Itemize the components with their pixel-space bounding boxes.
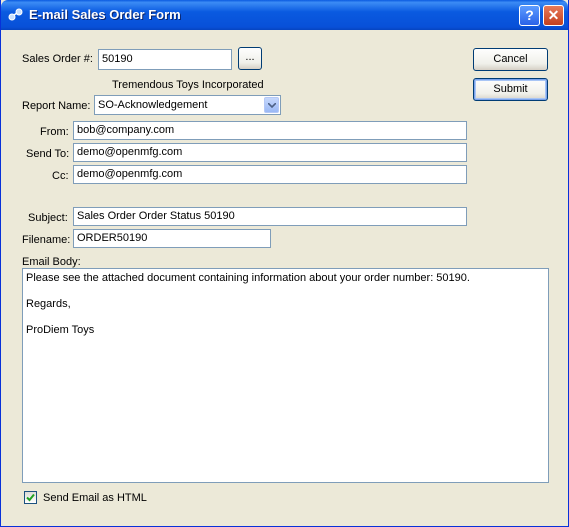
report-name-label: Report Name: bbox=[22, 100, 91, 112]
checkmark-icon bbox=[26, 493, 35, 502]
window-title: E-mail Sales Order Form bbox=[29, 7, 181, 22]
close-button[interactable]: ✕ bbox=[543, 5, 564, 26]
sales-order-label: Sales Order #: bbox=[22, 53, 93, 65]
title-bar[interactable]: E-mail Sales Order Form ? ✕ bbox=[1, 0, 568, 30]
email-sales-order-dialog: E-mail Sales Order Form ? ✕ Sales Order … bbox=[0, 0, 569, 527]
from-field[interactable]: bob@company.com bbox=[73, 121, 467, 140]
subject-label: Subject: bbox=[28, 212, 68, 224]
subject-field[interactable]: Sales Order Order Status 50190 bbox=[73, 207, 467, 226]
email-body-line: Please see the attached document contain… bbox=[26, 272, 470, 284]
sales-order-input[interactable]: 50190 bbox=[98, 49, 232, 70]
email-body-line: ProDiem Toys bbox=[26, 324, 95, 336]
from-label: From: bbox=[40, 126, 69, 138]
send-to-field[interactable]: demo@openmfg.com bbox=[73, 143, 467, 162]
email-body-label: Email Body: bbox=[22, 256, 81, 268]
send-html-label[interactable]: Send Email as HTML bbox=[43, 492, 147, 504]
send-to-label: Send To: bbox=[26, 148, 70, 160]
email-body-textarea[interactable]: Please see the attached document contain… bbox=[22, 268, 549, 483]
app-icon bbox=[8, 8, 24, 22]
email-body-blank-line bbox=[26, 285, 545, 298]
submit-button[interactable]: Submit bbox=[473, 78, 548, 101]
report-name-select[interactable]: SO-Acknowledgement bbox=[94, 95, 281, 115]
email-body-blank-line bbox=[26, 311, 545, 324]
cancel-button[interactable]: Cancel bbox=[473, 48, 548, 71]
filename-field[interactable]: ORDER50190 bbox=[73, 229, 271, 248]
help-button[interactable]: ? bbox=[519, 5, 540, 26]
email-body-line: Regards, bbox=[26, 298, 71, 310]
cc-label: Cc: bbox=[52, 170, 69, 182]
send-html-checkbox[interactable] bbox=[24, 491, 37, 504]
chevron-down-icon[interactable] bbox=[264, 97, 279, 113]
sales-order-lookup-button[interactable]: ... bbox=[238, 47, 262, 70]
report-name-value: SO-Acknowledgement bbox=[98, 99, 208, 111]
filename-label: Filename: bbox=[22, 234, 71, 246]
cc-field[interactable]: demo@openmfg.com bbox=[73, 165, 467, 184]
customer-name: Tremendous Toys Incorporated bbox=[112, 79, 264, 91]
